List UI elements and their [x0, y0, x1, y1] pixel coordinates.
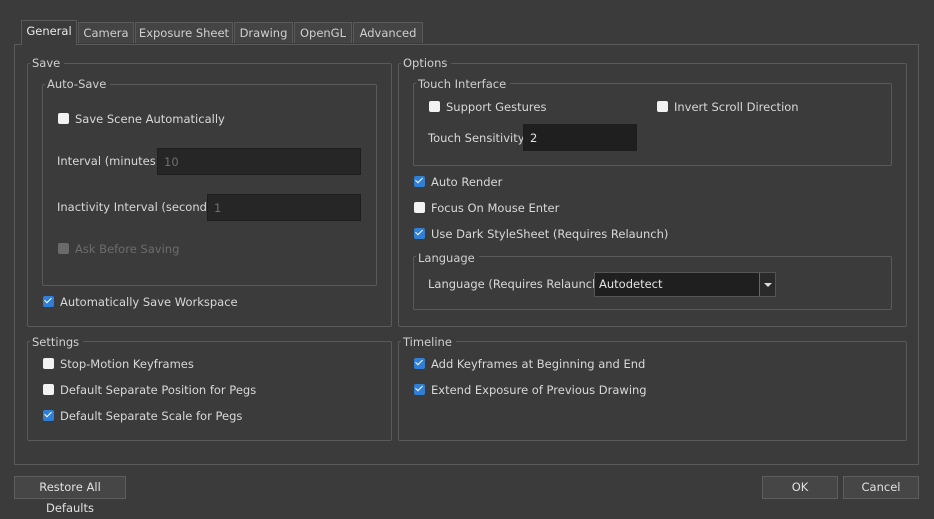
- support-gestures-checkbox[interactable]: [429, 101, 440, 112]
- touch-interface-title: Touch Interface: [416, 77, 511, 91]
- auto-save-workspace-checkbox[interactable]: [43, 296, 54, 307]
- touch-sensitivity-label: Touch Sensitivity: [428, 131, 525, 145]
- language-select[interactable]: Autodetect: [594, 272, 776, 297]
- extend-exposure-checkbox[interactable]: [414, 384, 425, 395]
- touch-sensitivity-input[interactable]: 2: [523, 124, 637, 151]
- language-select-value: Autodetect: [599, 277, 663, 291]
- interval-input[interactable]: 10: [157, 148, 361, 175]
- settings-group-title: Settings: [30, 335, 84, 349]
- auto-render-checkbox[interactable]: [414, 176, 425, 187]
- tab-advanced[interactable]: Advanced: [353, 22, 423, 43]
- save-group-title: Save: [30, 56, 65, 70]
- auto-save-workspace-label: Automatically Save Workspace: [60, 295, 238, 309]
- inactivity-interval-input[interactable]: 1: [207, 194, 361, 221]
- tab-camera[interactable]: Camera: [78, 22, 134, 43]
- language-group-title: Language: [416, 251, 479, 265]
- add-keyframes-label: Add Keyframes at Beginning and End: [431, 357, 646, 371]
- add-keyframes-checkbox[interactable]: [414, 358, 425, 369]
- invert-scroll-checkbox[interactable]: [657, 101, 668, 112]
- support-gestures-label: Support Gestures: [446, 100, 547, 114]
- restore-defaults-button[interactable]: Restore All Defaults: [14, 476, 126, 515]
- dark-stylesheet-checkbox[interactable]: [414, 228, 425, 239]
- ask-before-saving-checkbox[interactable]: [58, 243, 69, 254]
- options-group-title: Options: [401, 56, 452, 70]
- auto-render-label: Auto Render: [431, 175, 503, 189]
- ask-before-saving-label: Ask Before Saving: [75, 242, 180, 256]
- separate-position-pegs-label: Default Separate Position for Pegs: [60, 383, 257, 397]
- tab-exposure-sheet[interactable]: Exposure Sheet: [135, 22, 233, 43]
- separate-position-pegs-checkbox[interactable]: [43, 384, 54, 395]
- save-scene-automatically-label: Save Scene Automatically: [75, 112, 225, 126]
- focus-mouse-enter-label: Focus On Mouse Enter: [431, 201, 560, 215]
- stop-motion-keyframes-label: Stop-Motion Keyframes: [60, 357, 194, 371]
- invert-scroll-label: Invert Scroll Direction: [674, 100, 799, 114]
- autosave-group-title: Auto-Save: [45, 77, 111, 91]
- extend-exposure-label: Extend Exposure of Previous Drawing: [431, 383, 647, 397]
- focus-mouse-enter-checkbox[interactable]: [414, 202, 425, 213]
- tab-general[interactable]: General: [21, 20, 77, 45]
- chevron-down-icon[interactable]: [759, 273, 775, 296]
- inactivity-interval-label: Inactivity Interval (seconds): [57, 200, 218, 214]
- tab-drawing[interactable]: Drawing: [234, 22, 293, 43]
- separate-scale-pegs-label: Default Separate Scale for Pegs: [60, 409, 243, 423]
- timeline-group-title: Timeline: [401, 335, 456, 349]
- stop-motion-keyframes-checkbox[interactable]: [43, 358, 54, 369]
- cancel-button[interactable]: Cancel: [843, 476, 919, 499]
- tab-opengl[interactable]: OpenGL: [294, 22, 352, 43]
- ok-button[interactable]: OK: [762, 476, 838, 499]
- language-label: Language (Requires Relaunch): [428, 277, 604, 291]
- separate-scale-pegs-checkbox[interactable]: [43, 410, 54, 421]
- save-scene-automatically-checkbox[interactable]: [58, 113, 69, 124]
- touch-interface-group: [413, 83, 892, 166]
- interval-label: Interval (minutes): [57, 154, 161, 168]
- dark-stylesheet-label: Use Dark StyleSheet (Requires Relaunch): [431, 227, 669, 241]
